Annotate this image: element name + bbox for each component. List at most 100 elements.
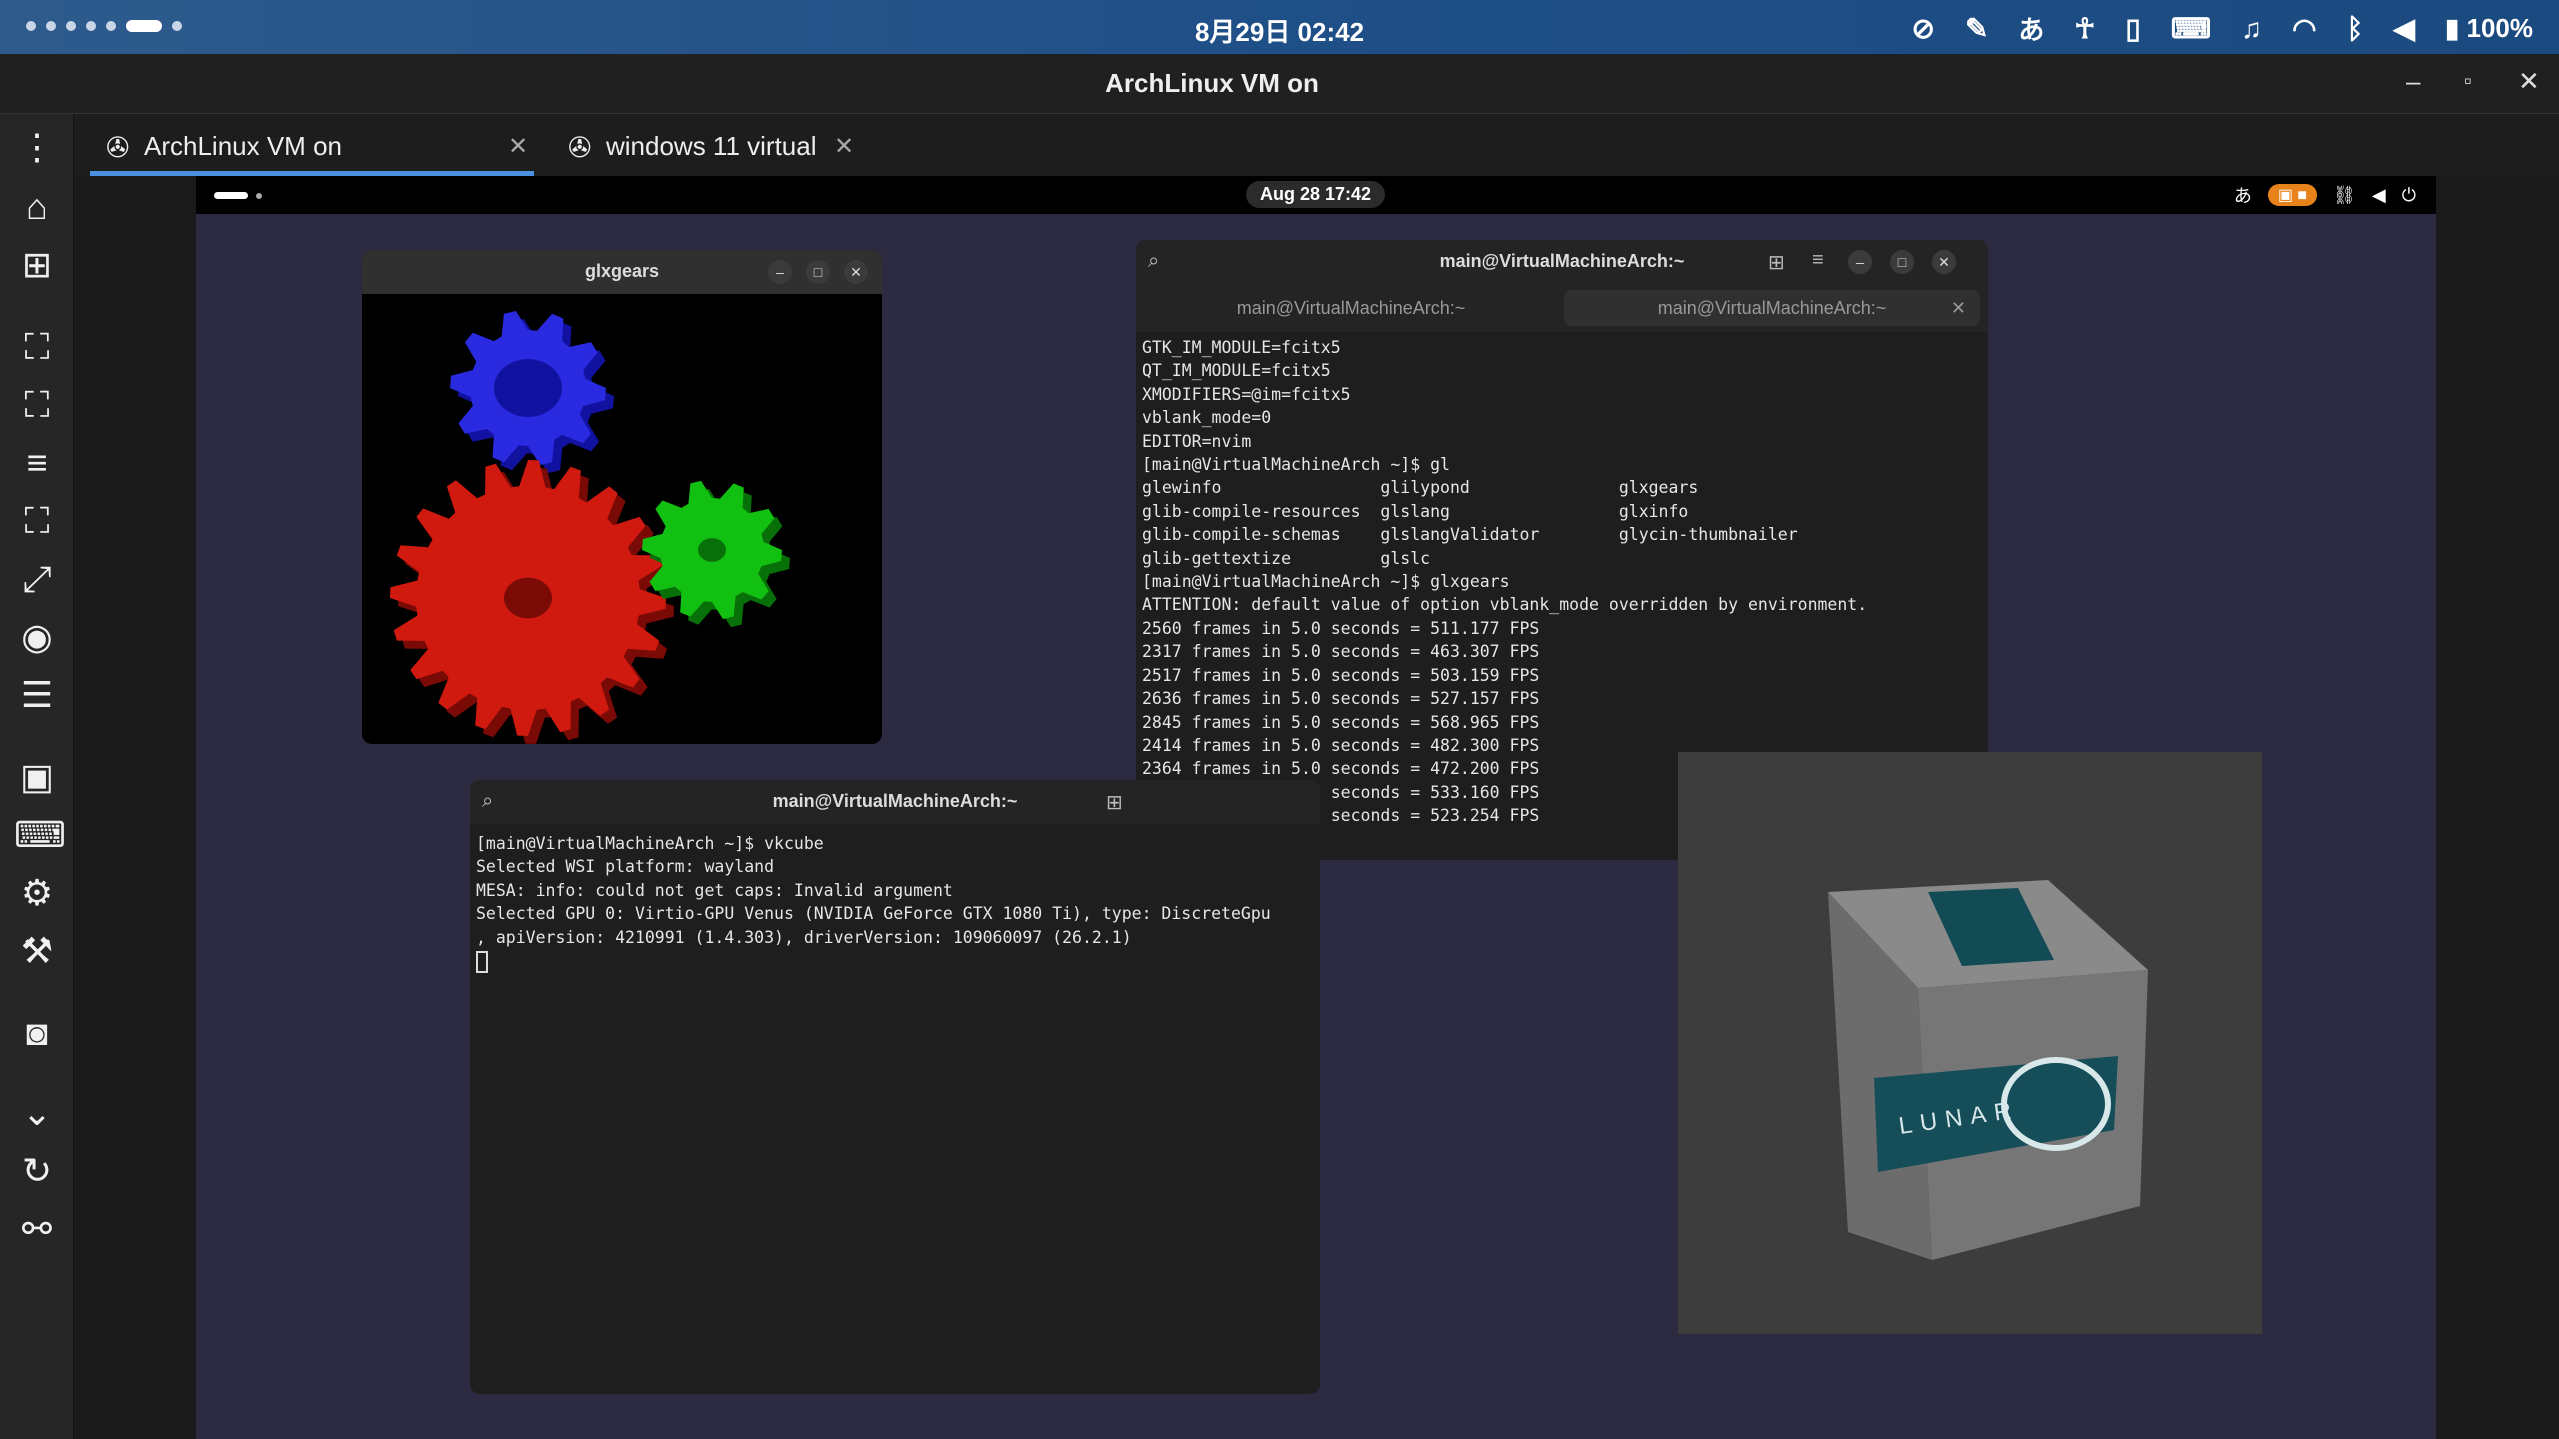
close-tab-icon[interactable]: ✕ <box>1951 290 1966 326</box>
volume-icon[interactable]: ◀ <box>2372 185 2386 206</box>
terminal-line: GTK_IM_MODULE=fcitx5 <box>1142 338 1341 357</box>
terminal-line: glib-compile-schemas glslangValidator gl… <box>1142 525 1798 545</box>
glxgears-titlebar[interactable]: glxgears – □ ✕ <box>362 250 882 294</box>
terminal-line: glib-compile-resources glslang glxinfo <box>1142 501 1689 521</box>
fit-screen-icon[interactable]: ⛶ <box>14 324 60 370</box>
app-title: ArchLinux VM on <box>1105 68 1319 98</box>
new-tab-icon[interactable]: ⊞ <box>1768 250 1785 275</box>
bluetooth-icon: ᛒ <box>2346 12 2364 44</box>
close-tab-icon[interactable]: ✕ <box>508 132 528 161</box>
terminal-line: XMODIFIERS=@im=fcitx5 <box>1142 384 1351 404</box>
tab-archlinux-vm[interactable]: ✇ ArchLinux VM on ✕ <box>90 114 534 176</box>
terminal-line: glewinfo glilypond glxgears <box>1142 478 1699 498</box>
window-title: main@VirtualMachineArch:~ <box>772 791 1018 811</box>
terminal-tab-label: main@VirtualMachineArch:~ <box>1657 298 1887 318</box>
terminal-line: 2845 frames in 5.0 seconds = 568.965 FPS <box>1142 712 1540 732</box>
minimize-button[interactable]: – <box>768 260 792 284</box>
pen-icon: ✎ <box>1964 13 1989 44</box>
settings-icon[interactable]: ⚙ <box>14 870 60 916</box>
tab-label: windows 11 virtual <box>606 131 817 161</box>
new-session-icon[interactable]: ⊞ <box>14 242 60 288</box>
left-toolbar: ⋮ ⌂ ⊞ ⛶ ⛶ ≡ ⛶ ⤢ ◉ ☰ ▣ ⌨ ⚙ ⚒ ◙ ⌄ ↻ ⚯ <box>0 114 74 1439</box>
screen-share-indicator[interactable]: ▣ ■ <box>2267 184 2318 206</box>
fullscreen-icon[interactable]: ⛶ <box>14 382 60 428</box>
battery-icon: ▮ <box>2444 13 2460 43</box>
close-tab-icon[interactable]: ✕ <box>834 132 854 161</box>
terminal-line: [main@VirtualMachineArch ~]$ gl <box>1142 455 1450 475</box>
home-icon[interactable]: ⌂ <box>14 184 60 230</box>
terminal-tab-active[interactable]: main@VirtualMachineArch:~ ✕ <box>1564 290 1980 326</box>
remote-icon: ✇ <box>568 132 592 163</box>
screenshot-icon[interactable]: ◙ <box>14 1010 60 1056</box>
no-sim-icon: ⊘ <box>1911 13 1935 44</box>
resize-icon[interactable]: ⤢ <box>14 556 60 602</box>
glxgears-window[interactable]: glxgears – □ ✕ <box>362 250 882 744</box>
gnome-top-bar: Aug 28 17:42 あ ▣ ■ ⛓ ◀ ⏻ <box>196 176 2436 214</box>
keyboard-icon[interactable]: ⌨ <box>14 812 66 858</box>
terminal-line: 2517 frames in 5.0 seconds = 503.159 FPS <box>1142 665 1540 685</box>
terminal-titlebar[interactable]: ⌕ main@VirtualMachineArch:~ ⊞ ≡ – □ ✕ <box>1136 240 1988 284</box>
maximize-button[interactable]: ▫ <box>2464 68 2472 94</box>
app-title-bar: ArchLinux VM on – ▫ ✕ <box>0 54 2559 114</box>
terminal-line: Selected WSI platform: wayland <box>476 857 775 877</box>
ime-indicator: あ <box>2018 15 2045 45</box>
remote-icon: ✇ <box>106 132 130 163</box>
maximize-button[interactable]: □ <box>1890 250 1914 274</box>
gnome-clock[interactable]: Aug 28 17:42 <box>1246 181 1386 208</box>
list-icon[interactable]: ☰ <box>14 672 60 718</box>
red-gear <box>390 460 674 744</box>
terminal-tab[interactable]: main@VirtualMachineArch:~ <box>1146 290 1556 326</box>
new-tab-icon[interactable]: ⊞ <box>1106 790 1123 815</box>
terminal-titlebar[interactable]: ⌕ main@VirtualMachineArch:~ ⊞ <box>470 780 1320 824</box>
tab-bar: ✇ ArchLinux VM on ✕ ✇ windows 11 virtual… <box>74 114 2559 176</box>
tools-icon[interactable]: ⚒ <box>14 928 60 974</box>
menu-icon[interactable]: ≡ <box>14 440 60 486</box>
blue-gear <box>450 311 614 473</box>
more-options-icon[interactable]: ⋮ <box>14 124 60 170</box>
terminal-line: ATTENTION: default value of option vblan… <box>1142 595 1868 615</box>
window-title: glxgears <box>584 261 660 281</box>
refresh-icon[interactable]: ↻ <box>14 1148 60 1194</box>
volume-icon: ◀ <box>2393 13 2415 44</box>
disconnect-icon[interactable]: ⚯ <box>14 1206 60 1252</box>
close-button[interactable]: ✕ <box>1932 250 1956 274</box>
ime-indicator[interactable]: あ <box>2234 182 2252 208</box>
terminal-window-vkcube[interactable]: ⌕ main@VirtualMachineArch:~ ⊞ [main@Virt… <box>470 780 1320 1394</box>
hamburger-menu-icon[interactable]: ≡ <box>1812 249 1824 272</box>
view-icon[interactable]: ◉ <box>14 614 60 660</box>
terminal-line: 2560 frames in 5.0 seconds = 511.177 FPS <box>1142 618 1540 638</box>
minimize-button[interactable]: – <box>1848 250 1872 274</box>
tab-label: ArchLinux VM on <box>144 131 342 161</box>
terminal-cursor <box>476 950 488 973</box>
terminal-output[interactable]: [main@VirtualMachineArch ~]$ vkcube Selec… <box>476 832 1271 973</box>
close-button[interactable]: ✕ <box>844 260 868 284</box>
accessibility-icon: ☥ <box>2074 13 2096 44</box>
terminal-tab-bar: main@VirtualMachineArch:~ main@VirtualMa… <box>1136 284 1988 332</box>
vkcube-window[interactable]: LUNAR <box>1678 752 2262 1334</box>
terminal-line: vblank_mode=0 <box>1142 408 1272 428</box>
activities-indicator[interactable] <box>214 192 248 199</box>
terminal-line: QT_IM_MODULE=fcitx5 <box>1142 361 1331 381</box>
vkcube-render: LUNAR <box>1828 880 2148 1260</box>
terminal-line: 2636 frames in 5.0 seconds = 527.157 FPS <box>1142 689 1540 709</box>
maximize-button[interactable]: □ <box>806 260 830 284</box>
battery-indicator: ▮ 100% <box>2445 13 2533 44</box>
battery-percent: 100% <box>2466 13 2534 43</box>
power-icon[interactable]: ⏻ <box>2402 185 2416 206</box>
close-button[interactable]: ✕ <box>2518 66 2540 97</box>
keyboard-icon: ⌨ <box>2170 13 2212 44</box>
wifi-icon: ◠ <box>2292 13 2317 44</box>
vm-display[interactable]: Aug 28 17:42 あ ▣ ■ ⛓ ◀ ⏻ glxgears – □ ✕ … <box>196 176 2436 1439</box>
terminal-line: Selected GPU 0: Virtio-GPU Venus (NVIDIA… <box>476 904 1271 924</box>
terminal-line: glib-gettextize glslc <box>1142 548 1431 568</box>
tab-windows-11[interactable]: ✇ windows 11 virtual ✕ <box>552 114 854 176</box>
window-icon[interactable]: ▣ <box>14 754 60 800</box>
terminal-line: 2317 frames in 5.0 seconds = 463.307 FPS <box>1142 642 1540 662</box>
terminal-line: , apiVersion: 4210991 (1.4.303), driverV… <box>476 927 1132 947</box>
terminal-line: [main@VirtualMachineArch ~]$ vkcube <box>476 834 824 853</box>
scale-icon[interactable]: ⛶ <box>14 498 60 544</box>
network-icon[interactable]: ⛓ <box>2333 185 2356 206</box>
terminal-line: [main@VirtualMachineArch ~]$ glxgears <box>1142 572 1510 592</box>
chevron-down-icon[interactable]: ⌄ <box>14 1090 60 1136</box>
minimize-button[interactable]: – <box>2406 66 2420 97</box>
